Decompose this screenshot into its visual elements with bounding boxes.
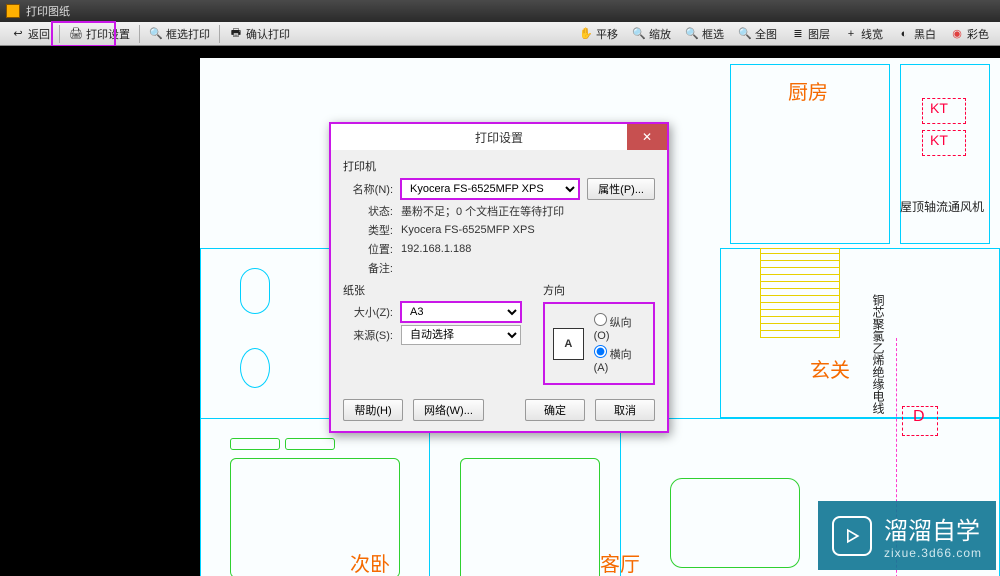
dialog-title: 打印设置	[475, 129, 523, 146]
label-foyer: 玄关	[810, 354, 850, 383]
watermark-brand: 溜溜自学	[884, 518, 980, 545]
label-cable: 铜芯聚氯乙烯绝缘电线	[870, 294, 887, 414]
printer-type-value: Kyocera FS-6525MFP XPS	[401, 224, 655, 236]
color-button[interactable]: ◉彩色	[943, 23, 996, 45]
watermark-url: zixue.3d66.com	[884, 546, 982, 560]
separator	[59, 25, 60, 43]
printer-status-label: 状态:	[343, 203, 393, 219]
paper-source-select[interactable]: 自动选择	[401, 325, 521, 345]
label-second-bedroom: 次卧	[350, 548, 390, 576]
orientation-legend: 方向	[543, 282, 655, 298]
printer-properties-button[interactable]: 属性(P)...	[587, 178, 655, 200]
layers-icon: ≣	[791, 27, 805, 41]
extents-button[interactable]: 🔍全图	[731, 23, 784, 45]
frame-print-icon: 🔍	[149, 27, 163, 41]
bw-icon: ◐	[897, 27, 911, 41]
orientation-group: 方向 A 纵向(O) 横向(A)	[543, 282, 655, 385]
lineweight-button[interactable]: +线宽	[837, 23, 890, 45]
printer-name-select[interactable]: Kyocera FS-6525MFP XPS	[401, 179, 579, 199]
color-icon: ◉	[950, 27, 964, 41]
back-button[interactable]: ↩返回	[4, 23, 57, 45]
orientation-preview-icon: A	[553, 328, 584, 360]
window-title: 打印图纸	[26, 3, 70, 19]
main-toolbar: ↩返回 🖨打印设置 🔍框选打印 🖶确认打印 ✋平移 🔍缩放 🔍框选 🔍全图 ≣图…	[0, 22, 1000, 46]
watermark: 溜溜自学 zixue.3d66.com	[818, 501, 996, 570]
separator	[219, 25, 220, 43]
help-button[interactable]: 帮助(H)	[343, 399, 403, 421]
network-button[interactable]: 网络(W)...	[413, 399, 484, 421]
paper-group: 纸张 大小(Z): A3 来源(S): 自动选择	[343, 282, 533, 385]
printer-type-label: 类型:	[343, 222, 393, 238]
paper-legend: 纸张	[343, 282, 533, 298]
paper-source-label: 来源(S):	[343, 327, 393, 343]
layers-button[interactable]: ≣图层	[784, 23, 837, 45]
print-settings-dialog: 打印设置 ✕ 打印机 名称(N): Kyocera FS-6525MFP XPS…	[329, 122, 669, 433]
zoom-button[interactable]: 🔍缩放	[625, 23, 678, 45]
label-living: 客厅	[600, 548, 640, 576]
label-vent: 屋顶轴流通风机	[900, 198, 984, 215]
frame-print-button[interactable]: 🔍框选打印	[142, 23, 217, 45]
label-kt1: KT	[930, 100, 948, 116]
confirm-print-icon: 🖶	[229, 27, 243, 41]
dialog-titlebar[interactable]: 打印设置 ✕	[331, 124, 667, 150]
printer-status-value: 墨粉不足；0 个文档正在等待打印	[401, 203, 655, 219]
bw-button[interactable]: ◐黑白	[890, 23, 943, 45]
box-select-icon: 🔍	[685, 27, 699, 41]
ok-button[interactable]: 确定	[525, 399, 585, 421]
label-kt2: KT	[930, 132, 948, 148]
separator	[139, 25, 140, 43]
pan-button[interactable]: ✋平移	[572, 23, 625, 45]
paper-size-label: 大小(Z):	[343, 304, 393, 320]
pan-icon: ✋	[579, 27, 593, 41]
confirm-print-button[interactable]: 🖶确认打印	[222, 23, 297, 45]
printer-name-label: 名称(N):	[343, 181, 393, 197]
box-select-button[interactable]: 🔍框选	[678, 23, 731, 45]
print-settings-button[interactable]: 🖨打印设置	[62, 23, 137, 45]
back-icon: ↩	[11, 27, 25, 41]
window-titlebar: 打印图纸	[0, 0, 1000, 22]
close-icon: ✕	[642, 130, 652, 144]
app-icon	[6, 4, 20, 18]
lineweight-icon: +	[844, 27, 858, 41]
printer-where-label: 位置:	[343, 241, 393, 257]
printer-legend: 打印机	[343, 158, 655, 174]
orientation-landscape-radio[interactable]: 横向(A)	[594, 345, 645, 374]
printer-comment-label: 备注:	[343, 260, 393, 276]
zoom-icon: 🔍	[632, 27, 646, 41]
printer-group: 打印机 名称(N): Kyocera FS-6525MFP XPS 属性(P).…	[343, 158, 655, 276]
paper-size-select[interactable]: A3	[401, 302, 521, 322]
extents-icon: 🔍	[738, 27, 752, 41]
printer-where-value: 192.168.1.188	[401, 243, 655, 255]
cancel-button[interactable]: 取消	[595, 399, 655, 421]
orientation-portrait-radio[interactable]: 纵向(O)	[594, 313, 645, 342]
label-d: D	[913, 408, 925, 426]
label-kitchen: 厨房	[788, 76, 828, 105]
print-settings-icon: 🖨	[69, 27, 83, 41]
watermark-logo-icon	[832, 516, 872, 556]
dialog-close-button[interactable]: ✕	[627, 124, 667, 150]
